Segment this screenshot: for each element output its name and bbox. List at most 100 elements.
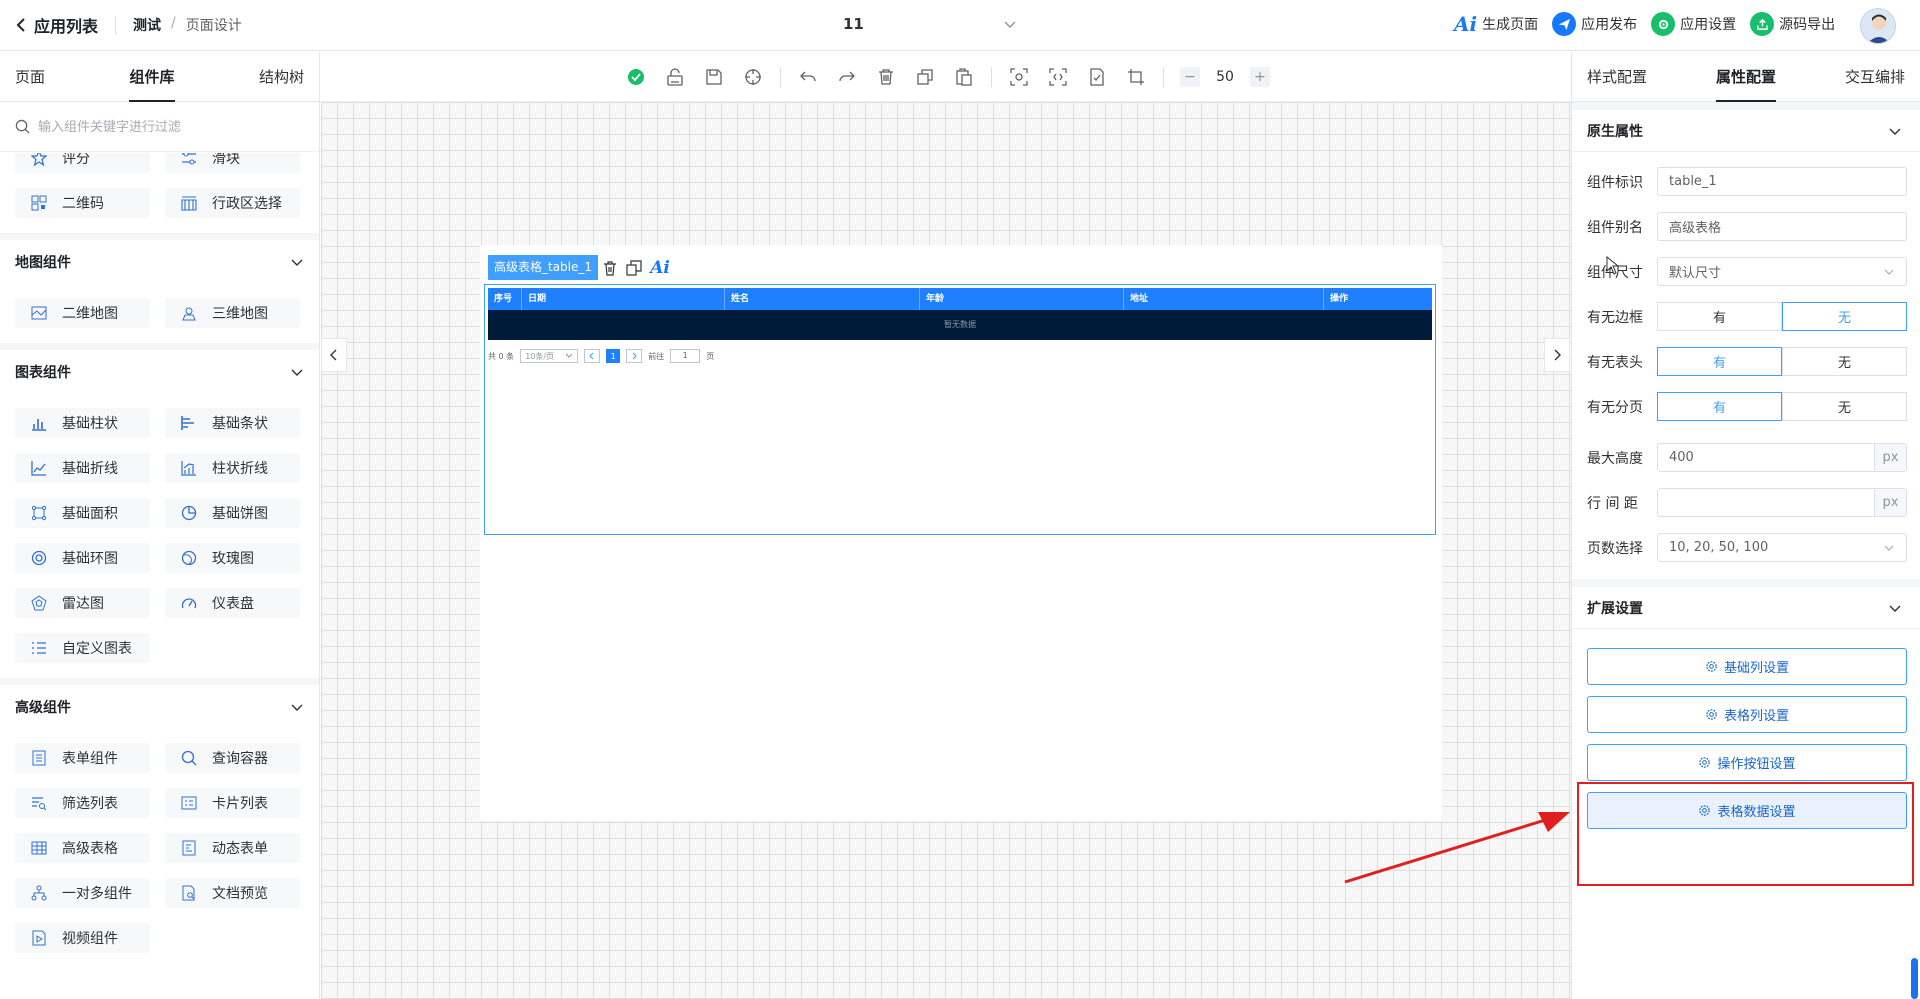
component-region-select[interactable]: 行政区选择	[165, 188, 300, 218]
component-id-input[interactable]: table_1	[1657, 167, 1907, 196]
component-qrcode[interactable]: 二维码	[15, 188, 150, 218]
component-custom-chart[interactable]: 自定义图表	[15, 633, 150, 663]
section-native-properties[interactable]: 原生属性	[1572, 102, 1920, 152]
breadcrumb-app[interactable]: 测试	[133, 15, 161, 35]
crop-button[interactable]	[1123, 64, 1149, 90]
component-map-2d[interactable]: 二维地图	[15, 298, 150, 328]
component-one-to-many[interactable]: 一对多组件	[15, 878, 150, 908]
component-doc-preview[interactable]: 文档预览	[165, 878, 300, 908]
header-no-option[interactable]: 无	[1782, 347, 1907, 376]
header-yes-option[interactable]: 有	[1657, 347, 1782, 376]
border-no-option[interactable]: 无	[1782, 302, 1907, 331]
prev-page-button[interactable]	[584, 349, 601, 363]
tab-property-config[interactable]: 属性配置	[1715, 52, 1777, 102]
pagination-total: 共 0 条	[488, 351, 515, 361]
component-label: 查询容器	[212, 751, 268, 767]
scrollbar-thumb[interactable]	[1911, 958, 1918, 999]
save-button[interactable]	[701, 64, 727, 90]
redo-button[interactable]	[834, 64, 860, 90]
basic-column-settings-button[interactable]: 基础列设置	[1587, 648, 1907, 685]
component-label: 文档预览	[212, 886, 268, 902]
chevron-down-icon[interactable]	[1003, 17, 1017, 31]
component-bar-line-chart[interactable]: 柱状折线	[165, 453, 300, 483]
save-status-button[interactable]	[623, 64, 649, 90]
group-advanced-components[interactable]: 高级组件	[0, 678, 319, 728]
component-video[interactable]: 视频组件	[15, 923, 150, 953]
component-gauge[interactable]: 仪表盘	[165, 588, 300, 618]
component-rate[interactable]: 评分	[15, 153, 150, 173]
unlock-button[interactable]	[662, 64, 688, 90]
back-to-app-list[interactable]: 应用列表	[14, 13, 98, 37]
zoom-in-button[interactable]: +	[1250, 67, 1270, 87]
check-circle-icon	[628, 69, 644, 85]
table-column-settings-button[interactable]: 表格列设置	[1587, 696, 1907, 733]
component-bar-chart[interactable]: 基础柱状	[15, 408, 150, 438]
advanced-table-component[interactable]: 序号 日期 姓名 年龄 地址 操作 暂无数据 共 0 条 10条/页 1 前往 …	[484, 284, 1436, 535]
next-page-button[interactable]	[626, 349, 643, 363]
component-label: 高级表格	[62, 841, 118, 857]
collapse-left-panel-button[interactable]	[321, 338, 347, 372]
preview-button[interactable]	[1006, 64, 1032, 90]
validate-button[interactable]	[1084, 64, 1110, 90]
component-search-input[interactable]	[38, 119, 298, 134]
component-ring-chart[interactable]: 基础环图	[15, 543, 150, 573]
export-source-button[interactable]: 源码导出	[1750, 12, 1835, 36]
prop-label: 有无边框	[1587, 309, 1643, 326]
group-chart-components[interactable]: 图表组件	[0, 343, 319, 393]
locate-button[interactable]	[740, 64, 766, 90]
component-card-list[interactable]: 卡片列表	[165, 788, 300, 818]
code-button[interactable]	[1045, 64, 1071, 90]
avatar[interactable]	[1860, 8, 1896, 44]
component-hbar-chart[interactable]: 基础条状	[165, 408, 300, 438]
component-advanced-table[interactable]: 高级表格	[15, 833, 150, 863]
component-rose-chart[interactable]: 玫瑰图	[165, 543, 300, 573]
component-radar-chart[interactable]: 雷达图	[15, 588, 150, 618]
component-line-chart[interactable]: 基础折线	[15, 453, 150, 483]
collapse-right-panel-button[interactable]	[1544, 338, 1570, 372]
copy-component-button[interactable]	[622, 255, 646, 280]
delete-button[interactable]	[873, 64, 899, 90]
goto-page-input[interactable]: 1	[670, 349, 701, 363]
app-settings-button[interactable]: 应用设置	[1651, 12, 1736, 36]
component-form[interactable]: 表单组件	[15, 743, 150, 773]
component-map-3d[interactable]: 三维地图	[165, 298, 300, 328]
publish-app-button[interactable]: 应用发布	[1552, 12, 1637, 36]
header-toggle: 有 无	[1657, 347, 1907, 376]
row-gap-input[interactable]: px	[1657, 488, 1907, 517]
ai-assist-button[interactable]: Ai	[646, 258, 674, 278]
component-dynamic-form[interactable]: 动态表单	[165, 833, 300, 863]
prop-row-id: 组件标识 table_1	[1587, 167, 1907, 196]
paste-button[interactable]	[951, 64, 977, 90]
page-sizes-select[interactable]: 10, 20, 50, 100	[1657, 533, 1907, 562]
tab-pages[interactable]: 页面	[15, 52, 45, 102]
zoom-out-button[interactable]: −	[1180, 67, 1200, 87]
page-selector-value[interactable]: 11	[843, 15, 864, 33]
chevron-down-icon	[1889, 128, 1901, 135]
paging-no-option[interactable]: 无	[1782, 392, 1907, 421]
current-page[interactable]: 1	[606, 349, 621, 363]
tab-interaction[interactable]: 交互编排	[1845, 52, 1905, 102]
selected-component-name[interactable]: 高级表格_table_1	[488, 255, 599, 280]
component-pie-chart[interactable]: 基础饼图	[165, 498, 300, 528]
component-area-chart[interactable]: 基础面积	[15, 498, 150, 528]
component-list[interactable]: 评分 滑块 二维码 行政区选择 地图组件 二维地图 三维地图 图表组件 基础柱状…	[0, 153, 319, 999]
component-size-select[interactable]: 默认尺寸	[1657, 257, 1907, 286]
component-query-container[interactable]: 查询容器	[165, 743, 300, 773]
max-height-input[interactable]: 400 px	[1657, 443, 1907, 472]
component-alias-input[interactable]: 高级表格	[1657, 212, 1907, 241]
component-filter-list[interactable]: 筛选列表	[15, 788, 150, 818]
page-size-select[interactable]: 10条/页	[520, 349, 579, 363]
border-yes-option[interactable]: 有	[1657, 302, 1782, 331]
section-extended-settings[interactable]: 扩展设置	[1572, 579, 1920, 629]
component-slider[interactable]: 滑块	[165, 153, 300, 173]
group-map-components[interactable]: 地图组件	[0, 233, 319, 283]
generate-page-button[interactable]: Ai 生成页面	[1454, 12, 1538, 36]
action-button-settings-button[interactable]: 操作按钮设置	[1587, 744, 1907, 781]
tab-components[interactable]: 组件库	[129, 52, 175, 102]
delete-component-button[interactable]	[598, 255, 622, 280]
copy-button[interactable]	[912, 64, 938, 90]
tab-structure-tree[interactable]: 结构树	[259, 52, 304, 102]
tab-style-config[interactable]: 样式配置	[1587, 52, 1647, 102]
paging-yes-option[interactable]: 有	[1657, 392, 1782, 421]
undo-button[interactable]	[795, 64, 821, 90]
